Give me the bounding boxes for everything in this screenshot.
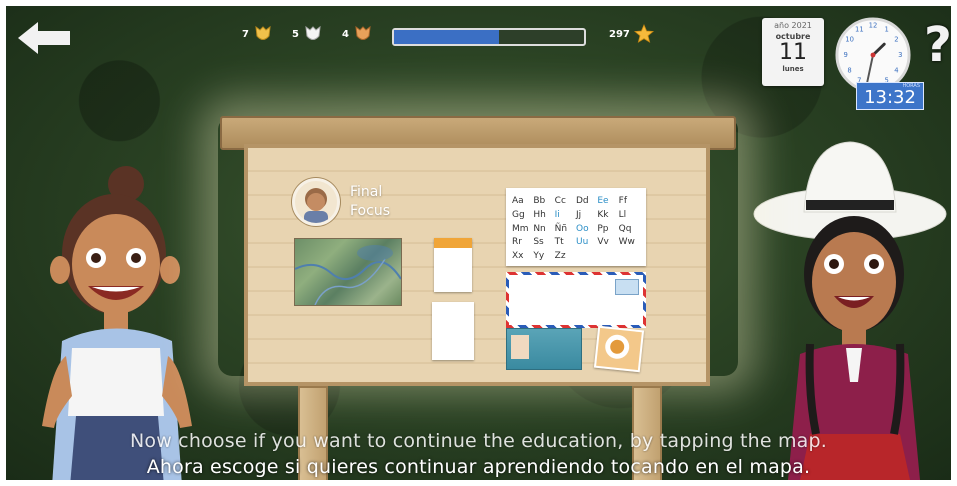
alphabet-letter: Ii [554,209,560,220]
progress-fill [394,30,499,44]
right-character-girl-hat [753,141,947,480]
star-counter: 297 [609,24,654,44]
alphabet-letter: Ww [618,237,635,248]
alphabet-letter: Cc [554,196,566,206]
calendar-day: 11 [779,40,807,65]
digital-time: HORAS 13:32 [856,82,924,110]
note-paper-header [434,238,472,248]
gold-badge-icon [255,25,271,40]
alphabet-letter: Gg [512,209,525,220]
alphabet-chart[interactable]: Aa Bb Cc Dd Ee Ff Gg Hh Ii Jj Kk Ll Mm Nn Ññ Oo Pp Qq Rr Ss… [506,188,646,266]
star-count: 297 [609,28,630,40]
digital-time-value: 13:32 [864,87,916,108]
map-image [294,245,402,306]
svg-text:10: 10 [845,35,854,43]
alphabet-letter: Dd [576,196,589,206]
calendar-widget: año 2021 octubre 11 lunes [762,18,824,86]
svg-text:8: 8 [847,67,851,75]
form-paper[interactable] [432,302,474,360]
alphabet-letter: Pp [597,223,609,234]
game-scene: 7 5 4 297 año 2021 octubre 11 lunes 12 1… [6,6,951,480]
bronze-badge-icon [355,25,371,40]
final-focus-title-line1: Final [350,184,383,200]
svg-text:11: 11 [855,26,864,34]
food-photo[interactable] [593,325,645,373]
svg-text:4: 4 [894,67,898,75]
alphabet-letter: Oo [576,223,589,234]
alphabet-letter: Rr [512,237,522,248]
note-paper-1[interactable] [434,238,472,292]
teacher-avatar-icon [304,188,328,223]
calendar-year: año 2021 [774,21,812,30]
alphabet-letter: Ss [533,237,544,248]
alphabet-letter: Nn [533,223,546,234]
svg-text:3: 3 [898,51,902,59]
envelope-letter[interactable] [506,272,646,328]
badge-gold-count: 7 [242,28,249,40]
alphabet-letter: Mm [512,223,529,234]
id-card[interactable] [506,328,582,370]
final-focus-title-line2: Focus [350,203,390,219]
caption-english: Now choose if you want to continue the e… [129,430,828,452]
white-badge-icon [305,25,321,40]
svg-text:2: 2 [894,35,898,43]
badge-gold: 7 [242,24,273,44]
badge-white: 5 [292,24,323,44]
badge-bronze: 4 [342,24,373,44]
alphabet-letter: Qq [618,223,632,234]
final-focus-item[interactable]: Final Focus [292,178,390,226]
alphabet-letter: Hh [533,209,546,220]
svg-text:12: 12 [869,22,878,30]
alphabet-letter: Uu [576,237,589,248]
alphabet-letter: Tt [554,237,564,248]
alphabet-letter: Ññ [554,223,568,234]
digital-time-label: HORAS [902,83,920,89]
alphabet-letter: Kk [597,209,609,220]
svg-text:9: 9 [844,51,848,59]
alphabet-letter: Vv [597,237,609,248]
id-photo [511,335,529,359]
caption-spanish: Ahora escoge si quieres continuar aprend… [146,456,811,478]
alphabet-letter: Ff [618,196,628,206]
stamp-icon [615,279,639,295]
badge-bronze-count: 4 [342,28,349,40]
star-icon [633,24,654,43]
alphabet-letter: Zz [554,251,566,262]
alphabet-letter: Xx [512,251,524,262]
alphabet-letter: Yy [533,251,545,262]
progress-bar [392,28,586,46]
alphabet-letter: Ee [597,196,609,206]
badge-white-count: 5 [292,28,299,40]
alphabet-letter: Jj [576,209,582,220]
calendar-weekday: lunes [782,65,804,73]
help-button[interactable]: ? [924,16,951,74]
alphabet-letter: Ll [618,209,627,220]
map-button[interactable] [294,238,402,306]
alphabet-letter: Bb [533,196,546,206]
teacher-avatar [292,178,340,226]
svg-text:1: 1 [884,26,888,34]
plate-icon [605,334,630,359]
alphabet-letter: Aa [512,196,524,206]
